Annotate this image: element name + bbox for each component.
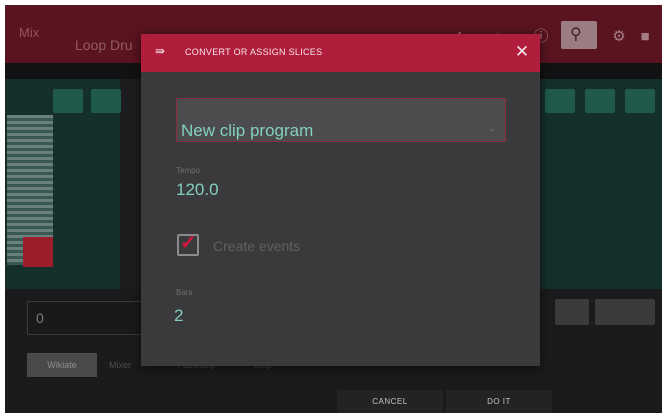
dialog-title: CONVERT OR ASSIGN SLICES (185, 47, 323, 57)
pad-block[interactable] (625, 89, 655, 113)
selection-block (23, 237, 53, 267)
project-name: Loop Dru (75, 37, 133, 53)
tab-wikiate[interactable]: Wikiate (27, 353, 97, 377)
stop-icon[interactable]: ■ (635, 27, 655, 47)
app-title: Mix (19, 25, 40, 40)
gear-icon[interactable]: ⚙ (609, 27, 629, 47)
app-screen: Mix Loop Dru ⇆ ◔ ⓘ ⚲ ⚙ ■ 0 Wikiate Mixer… (5, 5, 662, 413)
dialog-header: ⇛ CONVERT OR ASSIGN SLICES ✕ (141, 34, 540, 72)
bars-label: Bars (176, 288, 193, 297)
bars-value[interactable]: 2 (174, 306, 183, 326)
pad-block[interactable] (585, 89, 615, 113)
pad-block[interactable] (91, 89, 121, 113)
bg-tool-button[interactable] (555, 299, 589, 325)
tempo-value[interactable]: 120.0 (176, 180, 219, 200)
search-icon: ⚲ (570, 26, 582, 43)
search-button[interactable]: ⚲ (561, 21, 597, 49)
pad-block[interactable] (545, 89, 575, 113)
cancel-button[interactable]: CANCEL (337, 390, 443, 413)
checkmark-icon: ✓ (180, 232, 197, 254)
tempo-label: Tempo (176, 166, 201, 175)
convert-slices-dialog: ⇛ CONVERT OR ASSIGN SLICES ✕ New clip pr… (141, 34, 540, 366)
create-events-label[interactable]: Create events (213, 238, 300, 254)
dropdown-value: New clip program (181, 121, 314, 140)
chevron-down-icon: ⌄ (488, 123, 497, 134)
create-events-checkbox[interactable]: ✓ (177, 232, 199, 256)
do-it-button[interactable]: DO IT (446, 390, 552, 413)
bg-value-text: 0 (36, 310, 44, 326)
tab-mixer[interactable]: Mixer (109, 353, 131, 377)
pad-block[interactable] (53, 89, 83, 113)
close-icon[interactable]: ✕ (512, 42, 532, 62)
slice-arrow-icon: ⇛ (155, 44, 166, 58)
convert-mode-dropdown[interactable]: New clip program ⌄ (176, 98, 506, 142)
bg-option-button[interactable] (595, 299, 655, 325)
